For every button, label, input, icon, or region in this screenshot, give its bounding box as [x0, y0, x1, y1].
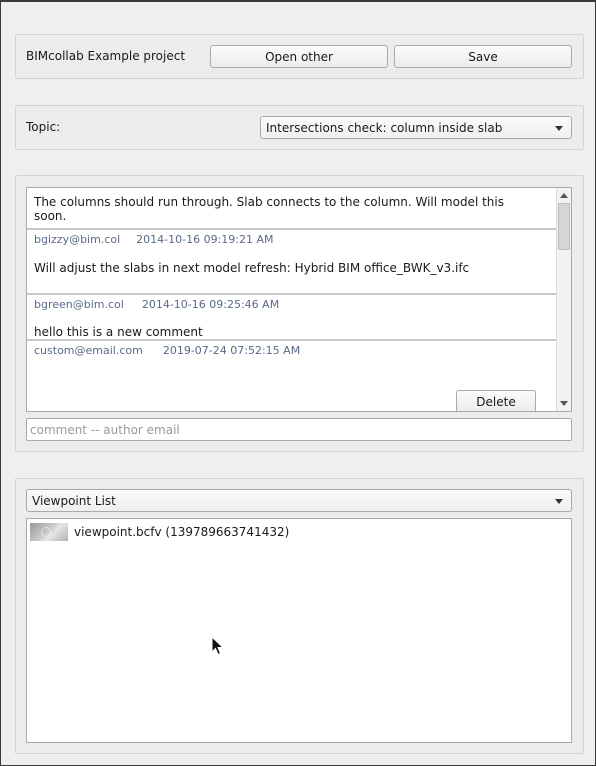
- comment-date: 2019-07-24 07:52:15 AM: [162, 344, 301, 357]
- comment-meta: bgreen@bim.col 2014-10-16 09:25:46 AM: [34, 298, 279, 311]
- comment-input[interactable]: [26, 418, 572, 441]
- comment-date: 2014-10-16 09:19:21 AM: [136, 233, 274, 246]
- chevron-down-icon: [555, 126, 563, 131]
- list-item[interactable]: viewpoint.bcfv (139789663741432): [30, 522, 289, 542]
- topic-dropdown[interactable]: Intersections check: column inside slab: [260, 116, 572, 139]
- viewpoint-dropdown-value: Viewpoint List: [32, 493, 116, 508]
- comment-author: bgizzy@bim.col: [34, 233, 121, 246]
- comment-text: hello this is a new comment: [34, 325, 203, 339]
- topic-label: Topic:: [26, 120, 61, 134]
- viewpoint-label: viewpoint.bcfv (139789663741432): [74, 525, 290, 539]
- comment-scrollbar[interactable]: [556, 188, 571, 411]
- scroll-thumb[interactable]: [558, 203, 570, 250]
- open-other-button[interactable]: Open other: [210, 45, 388, 68]
- comment-author: bgreen@bim.col: [34, 298, 124, 311]
- comment-meta: bgizzy@bim.col 2014-10-16 09:19:21 AM: [34, 233, 274, 246]
- comment-divider: [27, 339, 557, 341]
- comment-date: 2014-10-16 09:25:46 AM: [141, 298, 280, 311]
- comment-divider: [27, 228, 557, 230]
- project-name: BIMcollab Example project: [26, 49, 186, 63]
- delete-comment-button[interactable]: Delete: [456, 390, 536, 411]
- viewpoint-dropdown[interactable]: Viewpoint List: [26, 489, 572, 512]
- comment-author: custom@email.com: [34, 344, 143, 357]
- topic-dropdown-value: Intersections check: column inside slab: [266, 120, 503, 135]
- comment-list[interactable]: The columns should run through. Slab con…: [26, 187, 572, 412]
- comment-meta: custom@email.com 2019-07-24 07:52:15 AM: [34, 344, 300, 357]
- viewpoint-list[interactable]: viewpoint.bcfv (139789663741432): [26, 518, 572, 743]
- scroll-up-icon[interactable]: [560, 193, 568, 198]
- chevron-down-icon: [555, 499, 563, 504]
- scroll-down-icon[interactable]: [560, 401, 568, 406]
- save-button[interactable]: Save: [394, 45, 572, 68]
- comment-text: Will adjust the slabs in next model refr…: [34, 261, 470, 275]
- mouse-cursor-icon: [211, 636, 225, 656]
- comment-text: The columns should run through. Slab con…: [34, 195, 504, 223]
- viewpoint-thumbnail-icon: [30, 523, 68, 541]
- main-window: BIMcollab Example project Open other Sav…: [0, 0, 596, 766]
- comment-divider: [27, 293, 557, 295]
